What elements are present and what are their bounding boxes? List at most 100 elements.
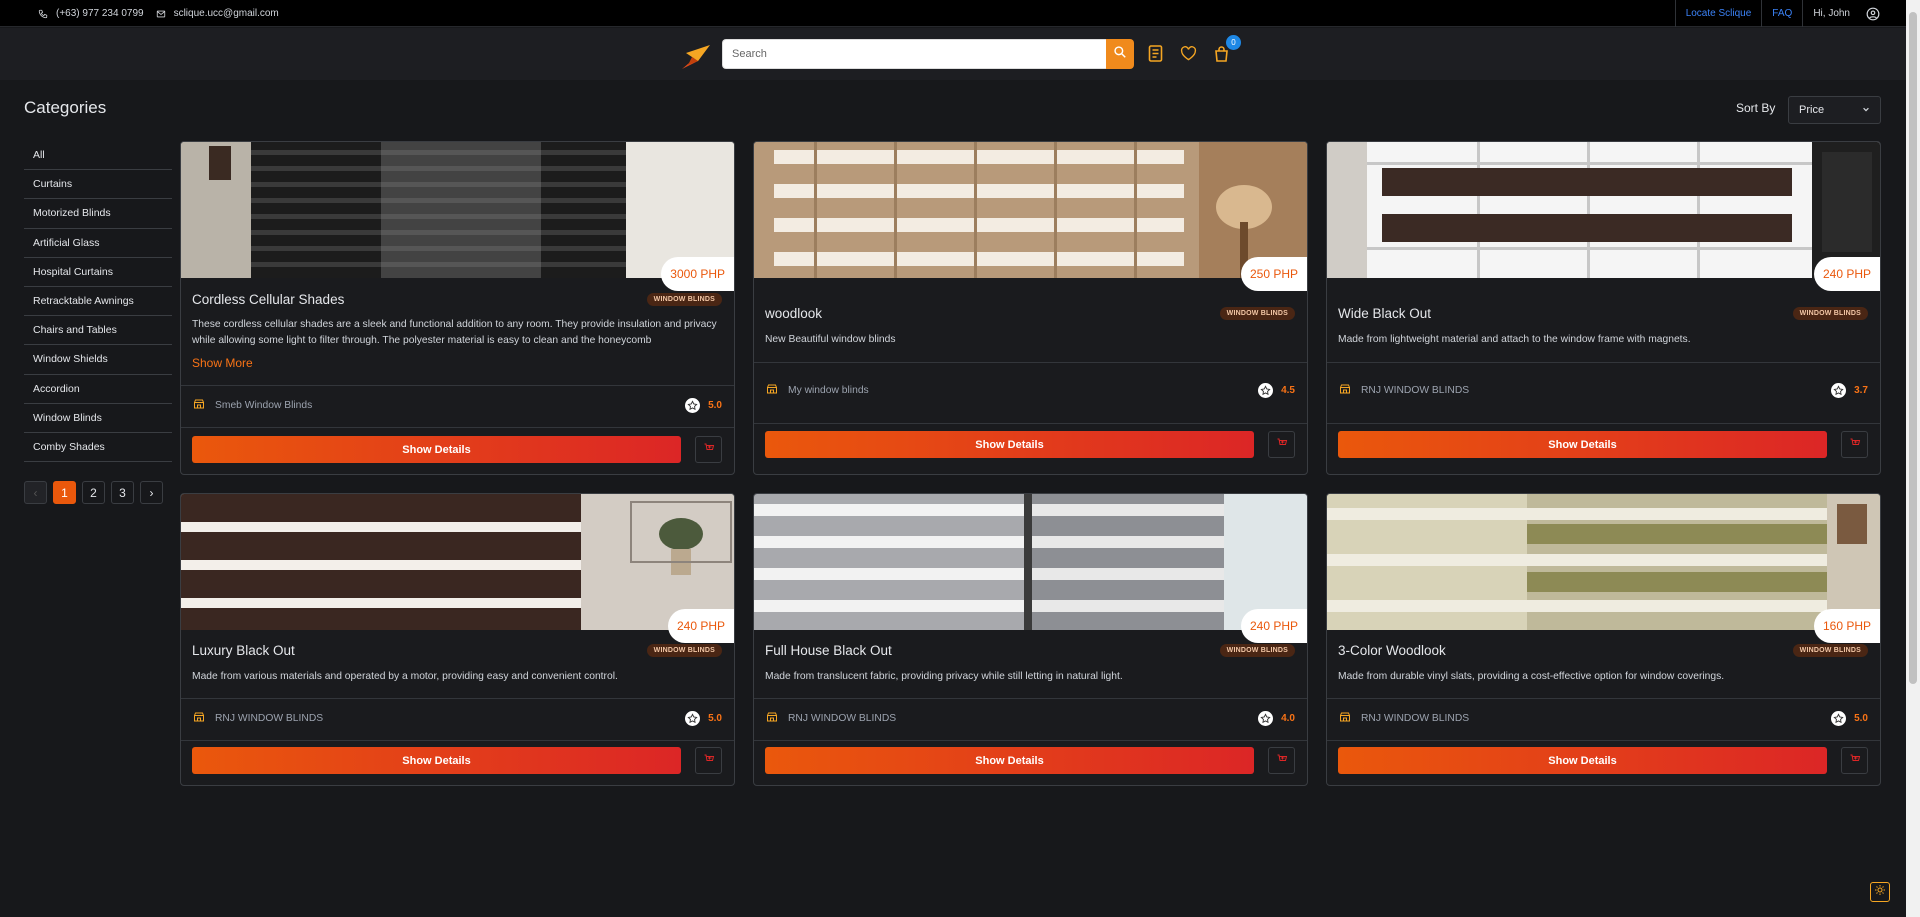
add-to-cart-button[interactable] [1841,747,1868,774]
contact-info: (+63) 977 234 0799 sclique.ucc@gmail.com [38,0,279,27]
categories-title: Categories [24,98,107,117]
star-icon [1831,383,1847,398]
rating-value: 4.0 [1281,713,1295,724]
divider [1327,423,1880,424]
show-details-button[interactable]: Show Details [765,747,1254,774]
product-rating: 4.5 [1258,383,1295,398]
divider [754,362,1307,363]
page-3-button[interactable]: 3 [111,481,134,504]
divider [181,698,734,699]
category-retracktable-awnings[interactable]: Retracktable Awnings [24,287,172,317]
page-scrollbar[interactable] [1906,0,1920,917]
sort-value: Price [1799,104,1825,116]
product-title[interactable]: 3-Color Woodlook [1338,643,1446,658]
rating-value: 4.5 [1281,385,1295,396]
category-artificial-glass[interactable]: Artificial Glass [24,229,172,258]
show-more-link[interactable]: Show More [192,356,253,370]
mail-icon [156,9,166,19]
seller-name: RNJ WINDOW BLINDS [215,713,324,724]
star-icon [1258,383,1274,398]
category-badge: WINDOW BLINDS [1792,644,1868,657]
category-comby-shades[interactable]: Comby Shades [24,433,172,463]
next-page-button[interactable]: › [140,481,163,504]
page-2-button[interactable]: 2 [82,481,105,504]
category-badge: WINDOW BLINDS [1219,307,1295,320]
add-to-cart-button[interactable] [1268,431,1295,458]
prev-page-button[interactable]: ‹ [24,481,47,504]
product-image[interactable] [1327,142,1880,278]
divider [181,427,734,428]
product-description: Made from durable vinyl slats, providing… [1338,671,1725,682]
product-price: 250 PHP [1240,257,1307,291]
search-input[interactable] [722,39,1106,69]
product-image[interactable] [1327,494,1880,630]
wishlist-heart-icon[interactable] [1179,44,1198,63]
product-title[interactable]: Cordless Cellular Shades [192,292,344,307]
cart-icon [1276,752,1288,770]
product-card: 240 PHP Full House Black Out WINDOW BLIN… [753,493,1308,786]
seller-name: RNJ WINDOW BLINDS [1361,713,1470,724]
product-rating: 5.0 [1831,711,1868,726]
show-details-button[interactable]: Show Details [765,431,1254,458]
product-rating: 4.0 [1258,711,1295,726]
product-description: Made from translucent fabric, providing … [765,671,1123,682]
seller-info: RNJ WINDOW BLINDS [193,711,323,726]
store-icon [1339,711,1351,726]
star-icon [1258,711,1274,726]
faq-link[interactable]: FAQ [1761,0,1802,27]
category-window-blinds[interactable]: Window Blinds [24,404,172,433]
show-details-button[interactable]: Show Details [1338,747,1827,774]
add-to-cart-button[interactable] [1841,431,1868,458]
search-button[interactable] [1106,39,1134,69]
add-to-cart-button[interactable] [695,436,722,463]
show-details-button[interactable]: Show Details [192,747,681,774]
divider [181,385,734,386]
add-to-cart-button[interactable] [1268,747,1295,774]
divider [754,698,1307,699]
category-window-shields[interactable]: Window Shields [24,345,172,375]
locate-link[interactable]: Locate Sclique [1674,0,1762,27]
product-image[interactable] [181,494,734,630]
cart-icon [703,752,715,770]
product-description: Made from lightweight material and attac… [1338,334,1691,345]
seller-info: My window blinds [766,383,869,398]
category-chairs-and-tables[interactable]: Chairs and Tables [24,316,172,346]
page-1-button[interactable]: 1 [53,481,76,504]
product-title[interactable]: Full House Black Out [765,643,892,658]
category-all[interactable]: All [24,141,172,171]
sort-select[interactable]: Price [1788,96,1881,124]
cart-bag-icon[interactable]: 0 [1212,35,1241,63]
rating-value: 5.0 [708,400,722,411]
divider [1327,362,1880,363]
top-bar: (+63) 977 234 0799 sclique.ucc@gmail.com… [0,0,1920,27]
product-title[interactable]: Luxury Black Out [192,643,295,658]
product-image[interactable] [181,142,734,278]
product-description: Made from various materials and operated… [192,671,618,682]
orders-icon[interactable] [1146,44,1165,63]
category-motorized-blinds[interactable]: Motorized Blinds [24,199,172,229]
seller-name: RNJ WINDOW BLINDS [788,713,897,724]
product-image[interactable] [754,494,1307,630]
divider [754,423,1307,424]
store-icon [766,711,778,726]
theme-toggle-button[interactable] [1870,882,1890,902]
category-badge: WINDOW BLINDS [1219,644,1295,657]
category-accordion[interactable]: Accordion [24,375,172,404]
category-badge: WINDOW BLINDS [1792,307,1868,320]
product-image[interactable] [754,142,1307,278]
category-hospital-curtains[interactable]: Hospital Curtains [24,258,172,287]
product-title[interactable]: Wide Black Out [1338,306,1431,321]
show-details-button[interactable]: Show Details [1338,431,1827,458]
add-to-cart-button[interactable] [695,747,722,774]
cart-icon [1849,436,1861,454]
product-card: 240 PHP Luxury Black Out WINDOW BLINDS M… [180,493,735,786]
user-account-icon[interactable] [1860,0,1880,27]
show-details-button[interactable]: Show Details [192,436,681,463]
brand-logo[interactable] [678,39,712,71]
product-title[interactable]: woodlook [765,306,822,321]
sun-icon [1874,883,1886,901]
seller-info: Smeb Window Blinds [193,398,312,413]
seller-name: My window blinds [788,385,869,396]
category-curtains[interactable]: Curtains [24,170,172,200]
scrollbar-thumb[interactable] [1909,12,1917,684]
